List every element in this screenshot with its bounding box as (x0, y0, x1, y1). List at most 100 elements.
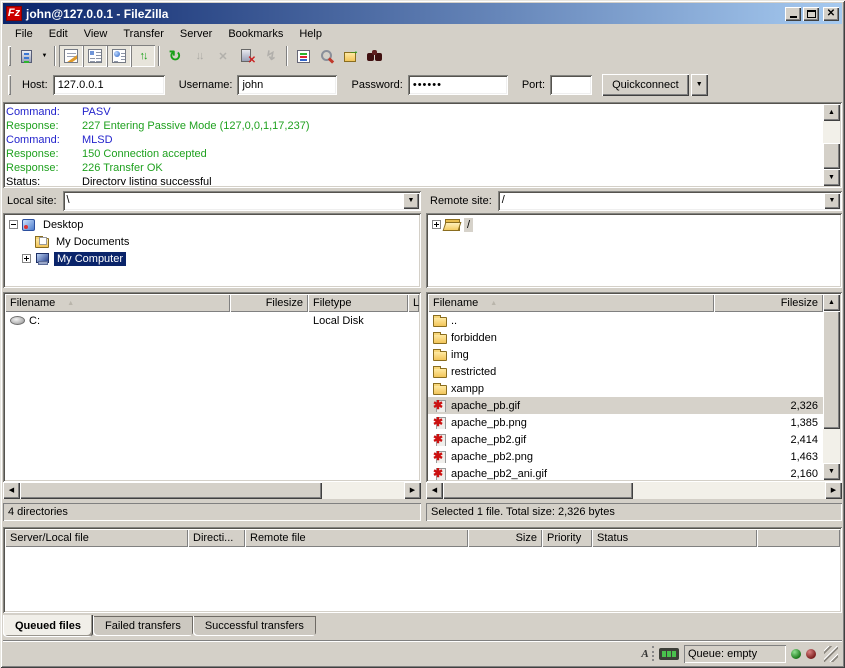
file-row[interactable]: apache_pb2.png1,463 (428, 448, 823, 465)
sort-ascending-icon (490, 300, 497, 307)
site-manager-dropdown-button[interactable] (38, 45, 51, 67)
menu-view[interactable]: View (76, 26, 116, 42)
toggle-remote-tree-button[interactable] (107, 45, 131, 67)
scroll-up-button[interactable] (823, 294, 840, 311)
synchronized-browsing-button[interactable] (339, 45, 363, 67)
remote-horizontal-scrollbar[interactable] (426, 482, 842, 499)
toggle-local-tree-button[interactable] (83, 45, 107, 67)
column-header-direction[interactable]: Directi... (188, 529, 245, 547)
port-input[interactable] (550, 75, 592, 95)
menu-help[interactable]: Help (291, 26, 330, 42)
refresh-button[interactable] (163, 45, 187, 67)
scroll-thumb[interactable] (823, 143, 840, 169)
file-row[interactable]: apache_pb2.gif2,414 (428, 431, 823, 448)
folder-row[interactable]: xampp (428, 380, 823, 397)
menu-file[interactable]: File (7, 26, 41, 42)
minimize-button[interactable] (785, 7, 801, 21)
remote-site-combobox[interactable]: / (498, 191, 842, 211)
scroll-right-button[interactable] (825, 482, 842, 499)
column-header-last-modified[interactable]: L (408, 294, 419, 312)
message-log: Command:PASV Response:227 Entering Passi… (3, 102, 842, 188)
reconnect-button[interactable] (259, 45, 283, 67)
find-files-button[interactable] (363, 45, 387, 67)
column-header-priority[interactable]: Priority (542, 529, 592, 547)
file-row-c-drive[interactable]: C: Local Disk (5, 312, 419, 329)
process-queue-button[interactable] (187, 45, 211, 67)
close-button[interactable] (823, 7, 839, 21)
password-input[interactable] (408, 75, 508, 95)
menu-bar: File Edit View Transfer Server Bookmarks… (3, 24, 842, 43)
folder-row[interactable]: img (428, 346, 823, 363)
scroll-up-button[interactable] (823, 104, 840, 121)
quickconnect-dropdown-button[interactable] (691, 74, 708, 96)
log-line: Response:226 Transfer OK (6, 161, 822, 175)
scroll-left-button[interactable] (426, 482, 443, 499)
scroll-thumb[interactable] (823, 311, 840, 429)
tab-failed-transfers[interactable]: Failed transfers (93, 616, 193, 636)
local-horizontal-scrollbar[interactable] (3, 482, 421, 499)
column-header-filesize[interactable]: Filesize (230, 294, 308, 312)
menu-bookmarks[interactable]: Bookmarks (220, 26, 291, 42)
toolbar-grip[interactable] (8, 46, 11, 66)
maximize-button[interactable] (803, 7, 819, 21)
toggle-message-log-button[interactable] (59, 45, 83, 67)
cancel-operation-button[interactable] (211, 45, 235, 67)
scroll-left-button[interactable] (3, 482, 20, 499)
menu-server[interactable]: Server (172, 26, 220, 42)
chevron-down-icon[interactable] (403, 193, 419, 209)
site-manager-button[interactable] (14, 45, 38, 67)
ascii-datatype-icon[interactable]: A (638, 646, 654, 661)
expand-icon[interactable] (432, 220, 441, 229)
column-header-server-local-file[interactable]: Server/Local file (5, 529, 188, 547)
local-site-combobox[interactable]: \ (63, 191, 421, 211)
scroll-down-button[interactable] (823, 169, 840, 186)
column-header-filetype[interactable]: Filetype (308, 294, 408, 312)
folder-row[interactable]: .. (428, 312, 823, 329)
speed-limits-icon[interactable] (659, 648, 679, 660)
scroll-right-button[interactable] (404, 482, 421, 499)
column-header-filename[interactable]: Filename (428, 294, 714, 312)
scroll-thumb[interactable] (443, 482, 633, 499)
scroll-thumb[interactable] (20, 482, 322, 499)
tab-queued-files[interactable]: Queued files (3, 615, 93, 637)
expand-icon[interactable] (22, 254, 31, 263)
column-header-filename[interactable]: Filename (5, 294, 230, 312)
disconnect-button[interactable] (235, 45, 259, 67)
tree-item-root[interactable]: / (426, 216, 842, 233)
chevron-down-icon[interactable] (824, 193, 840, 209)
collapse-icon[interactable] (9, 220, 18, 229)
quickbar-grip[interactable] (8, 75, 11, 95)
folder-row[interactable]: restricted (428, 363, 823, 380)
menu-transfer[interactable]: Transfer (115, 26, 172, 42)
tree-item-desktop[interactable]: Desktop (3, 216, 421, 233)
directory-comparison-icon (320, 49, 335, 63)
queue-status-panel: Queue: empty (684, 645, 786, 663)
directory-comparison-button[interactable] (315, 45, 339, 67)
column-header-filesize[interactable]: Filesize (714, 294, 823, 312)
column-header-status[interactable]: Status (592, 529, 757, 547)
title-bar[interactable]: Fz john@127.0.0.1 - FileZilla (3, 3, 842, 24)
menu-edit[interactable]: Edit (41, 26, 76, 42)
quickconnect-button[interactable]: Quickconnect (602, 74, 689, 96)
local-site-label: Local site: (3, 195, 63, 207)
tree-item-label: / (464, 218, 473, 232)
tree-item-my-documents[interactable]: My Documents (3, 233, 421, 250)
file-name: xampp (451, 383, 484, 395)
tree-item-my-computer[interactable]: My Computer (3, 250, 421, 267)
host-input[interactable] (53, 75, 165, 95)
tab-successful-transfers[interactable]: Successful transfers (193, 616, 316, 636)
log-scrollbar[interactable] (823, 104, 840, 186)
toggle-queue-button[interactable] (131, 45, 155, 67)
folder-row[interactable]: forbidden (428, 329, 823, 346)
file-row-selected[interactable]: apache_pb.gif2,326 (428, 397, 823, 414)
remote-vertical-scrollbar[interactable] (823, 294, 840, 480)
scroll-down-button[interactable] (823, 463, 840, 480)
filter-button[interactable] (291, 45, 315, 67)
column-header-size[interactable]: Size (468, 529, 542, 547)
file-row[interactable]: apache_pb.png1,385 (428, 414, 823, 431)
resize-grip[interactable] (824, 646, 838, 662)
window-title: john@127.0.0.1 - FileZilla (26, 7, 783, 21)
column-header-remote-file[interactable]: Remote file (245, 529, 468, 547)
file-row[interactable]: apache_pb2_ani.gif2,160 (428, 465, 823, 480)
username-input[interactable] (237, 75, 337, 95)
